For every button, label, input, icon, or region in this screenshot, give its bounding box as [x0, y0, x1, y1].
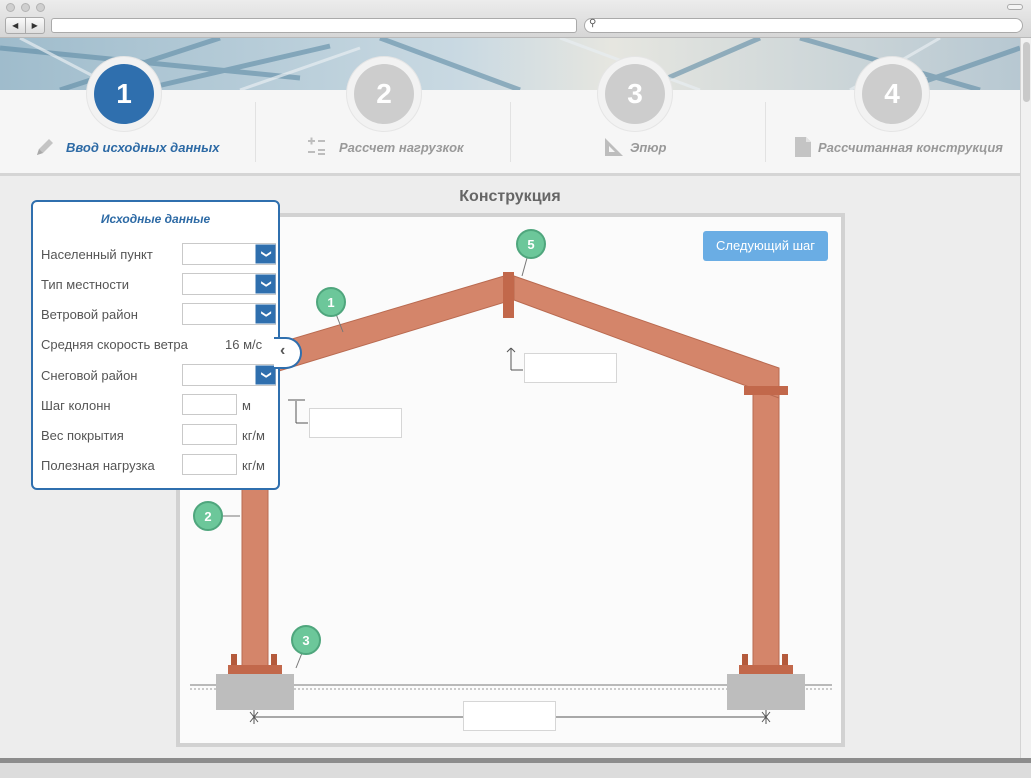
next-step-button[interactable]: Следующий шаг: [703, 231, 828, 261]
payload-input[interactable]: [182, 454, 237, 475]
wind-speed-label: Средняя скорость ветра: [41, 337, 188, 352]
chevron-down-icon[interactable]: ❯: [255, 365, 276, 385]
ridge-height-input[interactable]: [524, 353, 617, 383]
cover-weight-input[interactable]: [182, 424, 237, 445]
ridge-joint: [503, 272, 514, 318]
column-step-unit: м: [242, 398, 251, 413]
payload-label: Полезная нагрузка: [41, 458, 155, 473]
span-width-input[interactable]: [463, 701, 556, 731]
column-step-input[interactable]: [182, 394, 237, 415]
knee-joint: [744, 386, 788, 395]
marker-5[interactable]: 5: [516, 229, 546, 259]
input-data-panel: Исходные данные Населенный пункт ❯ Тип м…: [31, 200, 280, 490]
settlement-row: Населенный пункт ❯: [41, 243, 276, 267]
wind-region-label: Ветровой район: [41, 307, 138, 322]
height-marker-ridge: [506, 347, 523, 371]
panel-title: Исходные данные: [100, 212, 211, 226]
column-step-row: Шаг колонн м: [41, 394, 276, 418]
chevron-down-icon[interactable]: ❯: [255, 304, 276, 324]
bottom-bar: [0, 758, 1031, 778]
right-column: [752, 381, 780, 671]
settlement-select[interactable]: ❯: [182, 243, 276, 265]
height-marker-left: [288, 399, 308, 424]
column-height-input[interactable]: [309, 408, 402, 438]
left-foundation: [216, 674, 294, 710]
chevron-down-icon[interactable]: ❯: [255, 274, 276, 294]
svg-text:5: 5: [527, 237, 534, 252]
left-base-plate: [228, 665, 282, 674]
marker-3[interactable]: 3: [291, 625, 321, 655]
payload-unit: кг/м: [242, 458, 265, 473]
terrain-select[interactable]: ❯: [182, 273, 276, 295]
settlement-label: Населенный пункт: [41, 247, 153, 262]
svg-text:2: 2: [204, 509, 211, 524]
snow-region-select[interactable]: ❯: [182, 364, 276, 386]
right-base-plate: [739, 665, 793, 674]
chevron-down-icon[interactable]: ❯: [255, 244, 276, 264]
marker-2[interactable]: 2: [193, 501, 223, 531]
cover-weight-unit: кг/м: [242, 428, 265, 443]
column-step-label: Шаг колонн: [41, 398, 111, 413]
svg-text:3: 3: [302, 633, 309, 648]
wind-region-select[interactable]: ❯: [182, 303, 276, 325]
wind-speed-row: Средняя скорость ветра 16 м/с: [41, 333, 276, 357]
cover-weight-label: Вес покрытия: [41, 428, 124, 443]
chevron-left-icon: ‹: [280, 342, 286, 359]
right-foundation: [727, 674, 805, 710]
cover-weight-row: Вес покрытия кг/м: [41, 424, 276, 448]
wind-region-row: Ветровой район ❯: [41, 303, 276, 327]
marker-1[interactable]: 1: [316, 287, 346, 317]
payload-row: Полезная нагрузка кг/м: [41, 454, 276, 478]
snow-region-row: Снеговой район ❯: [41, 364, 276, 388]
svg-text:1: 1: [327, 295, 334, 310]
terrain-row: Тип местности ❯: [41, 273, 276, 297]
wind-speed-value: 16 м/с: [225, 337, 263, 352]
snow-region-label: Снеговой район: [41, 368, 138, 383]
terrain-label: Тип местности: [41, 277, 130, 292]
